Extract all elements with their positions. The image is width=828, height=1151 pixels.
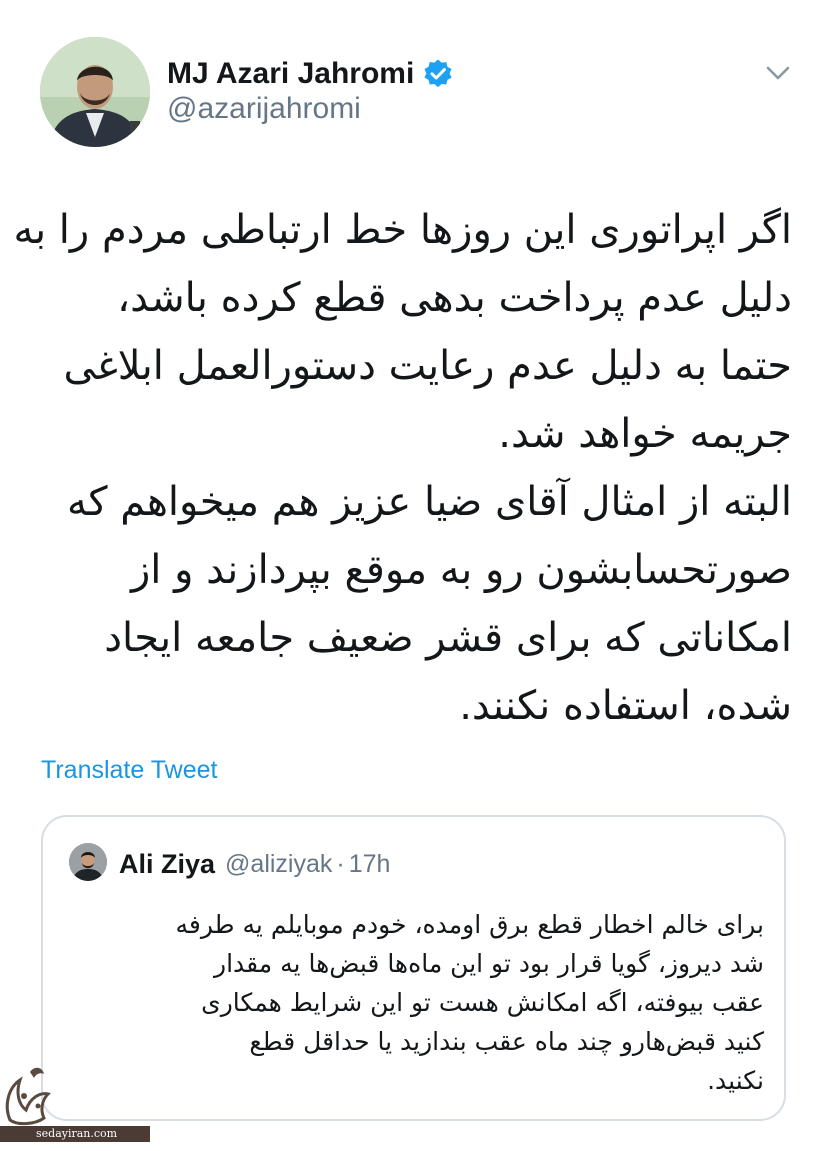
quoted-author-name[interactable]: Ali Ziya (119, 849, 215, 880)
tweet-text-line: دلیل عدم پرداخت بدهی قطع کرده باشد، (117, 275, 792, 321)
quoted-tweet-text: برای خالم اخطار قطع برق اومده، خودم موبا… (67, 905, 764, 1100)
tweet-text: اگر اپراتوری این روزها خط ارتباطی مردم ر… (13, 196, 793, 740)
quoted-author-avatar-image (69, 843, 107, 881)
tweet-text-line: اگر اپراتوری این روزها خط ارتباطی مردم ر… (13, 207, 793, 253)
author-avatar-image (40, 37, 150, 147)
quoted-tweet-header: Ali Ziya @aliziyak · 17h (119, 844, 390, 884)
quoted-tweet-line: عقب بیوفته، اگه امکانش هست تو این شرایط … (201, 988, 764, 1017)
tweet-text-line: البته از امثال آقای ضیا عزیز هم میخواهم … (67, 479, 792, 525)
tweet-text-line: حتما به دلیل عدم رعایت دستورالعمل ابلاغی (63, 343, 792, 389)
author-handle[interactable]: @azarijahromi (167, 92, 361, 126)
tweet-text-line: صورتحسابشون رو به موقع بپردازند و از (130, 547, 792, 593)
watermark-logo-icon (5, 1067, 51, 1126)
quoted-tweet-meta: @aliziyak · 17h (225, 850, 390, 879)
quoted-tweet-line: برای خالم اخطار قطع برق اومده، خودم موبا… (175, 910, 764, 939)
quoted-author-avatar[interactable] (69, 843, 107, 881)
author-display-name[interactable]: MJ Azari Jahromi (167, 57, 414, 91)
tweet-page: MJ Azari Jahromi @azarijahromi اگر اپرات… (0, 0, 828, 1151)
chevron-down-icon[interactable] (763, 58, 793, 88)
tweet-text-line: شده، استفاده نکنند. (459, 683, 792, 729)
translate-tweet-link[interactable]: Translate Tweet (41, 756, 217, 785)
quoted-author-handle[interactable]: @aliziyak (225, 850, 332, 879)
author-name-row[interactable]: MJ Azari Jahromi (167, 52, 454, 96)
meta-separator: · (336, 849, 345, 878)
quoted-tweet-line: نکنید. (707, 1066, 764, 1095)
author-avatar[interactable] (40, 37, 150, 147)
tweet-text-line: امکاناتی که برای قشر ضعیف جامعه ایجاد (104, 615, 792, 661)
quoted-tweet-line: کنید قبض‌هارو چند ماه عقب بندازید یا حدا… (249, 1027, 764, 1056)
quoted-tweet-time[interactable]: 17h (349, 850, 391, 879)
quoted-tweet-card[interactable]: Ali Ziya @aliziyak · 17h برای خالم اخطار… (41, 815, 786, 1121)
quoted-tweet-line: شد دیروز، گویا قرار بود تو این ماه‌ها قب… (214, 949, 764, 978)
watermark-site-text: sedayiran.com (36, 1127, 118, 1140)
tweet-text-line: جریمه خواهد شد. (498, 411, 792, 457)
verified-badge-icon (424, 59, 452, 88)
